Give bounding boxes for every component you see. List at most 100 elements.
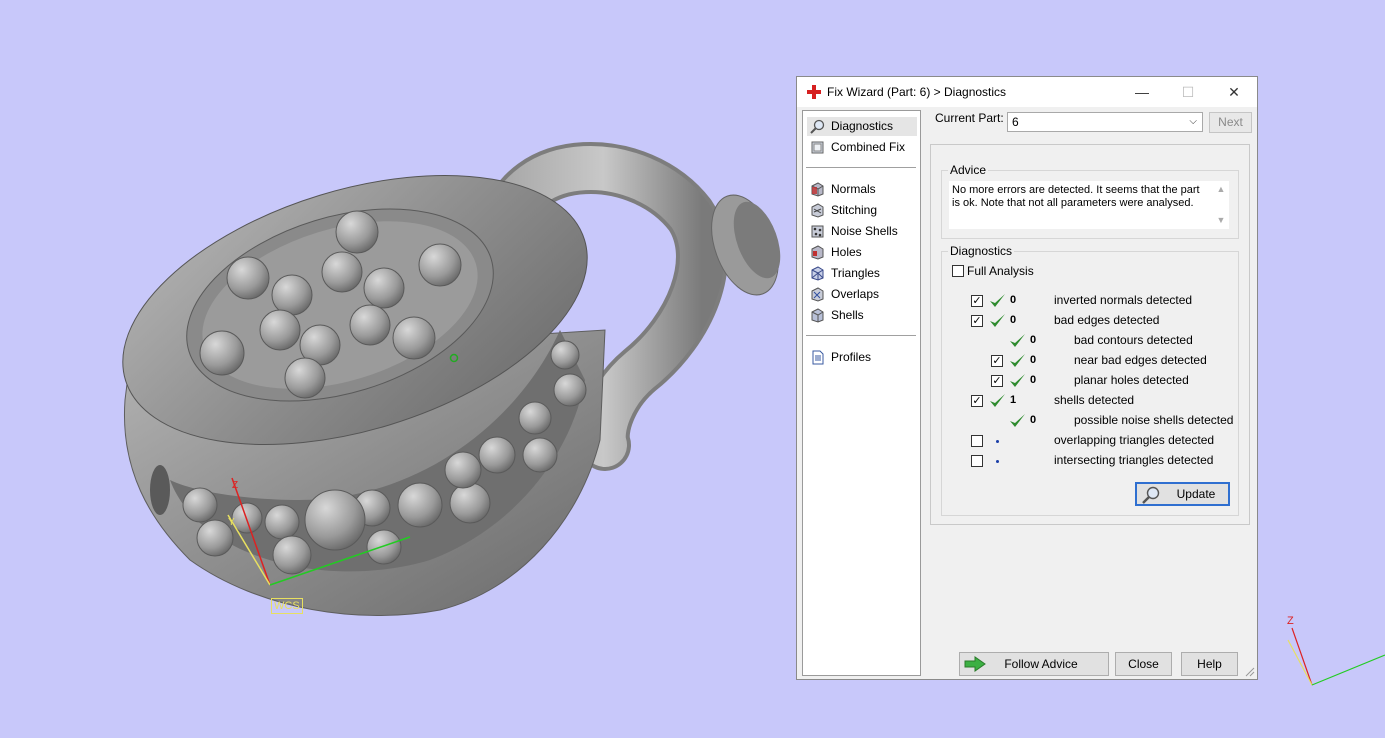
nav-label: Combined Fix (831, 140, 906, 154)
nav-label: Overlaps (831, 287, 880, 301)
diagnostic-checkbox[interactable]: ✓ (991, 355, 1003, 367)
green-check-icon (1010, 334, 1025, 347)
diagnostic-checkbox[interactable]: ✓ (971, 295, 983, 307)
current-part-label: Current Part: (935, 111, 1004, 125)
diagnostic-label: planar holes detected (1074, 373, 1189, 387)
diagnostic-checkbox[interactable] (971, 435, 983, 447)
resize-grip-icon[interactable] (1245, 667, 1255, 677)
close-button[interactable]: Close (1115, 652, 1172, 676)
advice-title: Advice (948, 163, 989, 177)
diagnostic-checkbox[interactable] (971, 455, 983, 467)
advice-text-box: No more errors are detected. It seems th… (949, 181, 1229, 229)
title-bar[interactable]: Fix Wizard (Part: 6) > Diagnostics — ☐ ✕ (797, 77, 1257, 107)
green-arrow-icon (964, 656, 986, 672)
green-check-icon (990, 394, 1005, 407)
wcs-y-label: Y (228, 517, 235, 528)
diagnostic-label: intersecting triangles detected (1054, 453, 1214, 467)
diagnostic-checkbox[interactable]: ✓ (971, 315, 983, 327)
green-check-icon (1010, 414, 1025, 427)
holes-icon (811, 245, 824, 260)
diagnostic-label: bad edges detected (1054, 313, 1160, 327)
diagnostic-count: 0 (1030, 334, 1037, 346)
nav-separator (806, 167, 916, 168)
advice-text: No more errors are detected. It seems th… (952, 184, 1200, 209)
magnifier-icon (810, 119, 825, 134)
green-check-icon (1010, 354, 1025, 367)
diagnostic-count: 0 (1030, 374, 1037, 386)
diagnostics-title: Diagnostics (948, 244, 1015, 258)
diagnostic-count: 1 (1010, 394, 1017, 406)
diagnostic-count: 0 (1010, 314, 1017, 326)
shells-icon (811, 308, 824, 323)
diagnostic-label: inverted normals detected (1054, 293, 1193, 307)
current-part-select[interactable]: 6 ⌵ (1007, 112, 1203, 132)
maximize-button[interactable]: ☐ (1165, 77, 1211, 107)
scroll-up-icon[interactable]: ▲ (1213, 183, 1229, 196)
triangles-icon (811, 266, 824, 281)
current-part-value: 6 (1012, 115, 1019, 129)
diagnostic-label: possible noise shells detected (1074, 413, 1234, 427)
update-button[interactable]: Update (1135, 482, 1230, 506)
mini-z-label: Z (1287, 615, 1294, 627)
nav-item-noise-shells[interactable]: Noise Shells (807, 222, 917, 241)
nav-label: Profiles (831, 350, 872, 364)
wcs-label: WCS (271, 598, 303, 614)
advice-scrollbar[interactable]: ▲ ▼ (1213, 181, 1229, 229)
stitching-icon (811, 203, 824, 218)
nav-label: Shells (831, 308, 864, 322)
nav-item-stitching[interactable]: Stitching (807, 201, 917, 220)
minimize-button[interactable]: — (1119, 77, 1165, 107)
red-cross-icon (807, 85, 821, 99)
normals-icon (811, 182, 824, 197)
green-check-icon (990, 314, 1005, 327)
wcs-z-label: Z (232, 480, 238, 491)
nav-label: Holes (831, 245, 862, 259)
diagnostic-label: shells detected (1054, 393, 1135, 407)
scroll-down-icon[interactable]: ▼ (1213, 214, 1229, 227)
nav-item-diagnostics[interactable]: Diagnostics (807, 117, 917, 136)
pending-dot-icon (996, 440, 999, 443)
nav-item-shells[interactable]: Shells (807, 306, 917, 325)
fix-wizard-dialog: Fix Wizard (Part: 6) > Diagnostics — ☐ ✕… (796, 76, 1258, 680)
pending-dot-icon (996, 460, 999, 463)
next-button[interactable]: Next (1209, 112, 1252, 133)
diagnostic-count: 0 (1030, 414, 1037, 426)
diagnostic-count: 0 (1030, 354, 1037, 366)
orientation-axis-icon: Z (1287, 615, 1385, 686)
profiles-icon (812, 350, 824, 365)
follow-advice-label: Follow Advice (1004, 657, 1078, 671)
nav-label: Triangles (831, 266, 880, 280)
overlaps-icon (811, 287, 824, 302)
nav-item-profiles[interactable]: Profiles (807, 348, 917, 367)
full-analysis-label: Full Analysis (967, 264, 1034, 278)
nav-separator (806, 335, 916, 336)
full-analysis-checkbox[interactable] (952, 265, 964, 277)
nav-label: Normals (831, 182, 876, 196)
close-window-button[interactable]: ✕ (1211, 77, 1257, 107)
combined-fix-icon (811, 141, 824, 154)
green-check-icon (1010, 374, 1025, 387)
magnifier-icon (1142, 486, 1160, 504)
nav-label: Noise Shells (831, 224, 898, 238)
diagnostic-label: overlapping triangles detected (1054, 433, 1215, 447)
nav-item-normals[interactable]: Normals (807, 180, 917, 199)
chevron-down-icon: ⌵ (1189, 116, 1197, 127)
noise-shells-icon (811, 225, 824, 238)
diagnostic-checkbox[interactable]: ✓ (991, 375, 1003, 387)
nav-label: Diagnostics (831, 119, 894, 133)
nav-item-combined-fix[interactable]: Combined Fix (807, 138, 917, 157)
nav-item-triangles[interactable]: Triangles (807, 264, 917, 283)
update-label: Update (1176, 487, 1216, 501)
diagnostic-count: 0 (1010, 294, 1017, 306)
nav-item-overlaps[interactable]: Overlaps (807, 285, 917, 304)
help-button[interactable]: Help (1181, 652, 1238, 676)
dialog-title: Fix Wizard (Part: 6) > Diagnostics (827, 85, 1007, 99)
green-check-icon (990, 294, 1005, 307)
diagnostic-label: bad contours detected (1074, 333, 1193, 347)
diagnostic-checkbox[interactable]: ✓ (971, 395, 983, 407)
wizard-nav: Diagnostics Combined Fix Normals Stitchi… (802, 110, 921, 676)
nav-label: Stitching (831, 203, 878, 217)
diagnostic-label: near bad edges detected (1074, 353, 1207, 367)
follow-advice-button[interactable]: Follow Advice (959, 652, 1109, 676)
nav-item-holes[interactable]: Holes (807, 243, 917, 262)
